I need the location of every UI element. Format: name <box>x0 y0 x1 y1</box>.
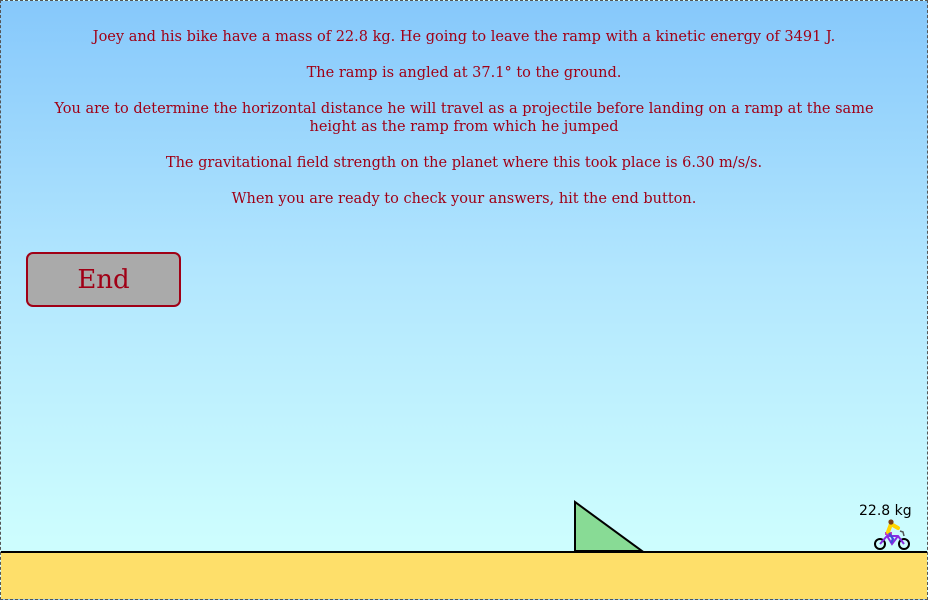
bicycle-rider-icon[interactable] <box>871 519 913 553</box>
ramp-triangle <box>574 500 646 552</box>
launch-ramp <box>574 500 646 552</box>
game-stage: Joey and his bike have a mass of 22.8 kg… <box>0 0 928 600</box>
rider-mass-label: 22.8 kg <box>859 503 912 519</box>
